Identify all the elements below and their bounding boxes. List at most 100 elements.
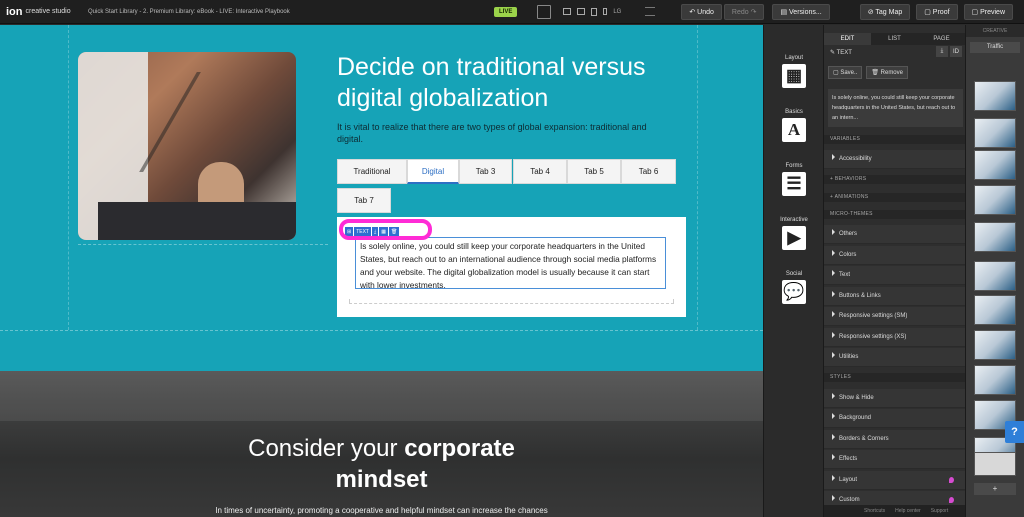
prop-label: Others	[839, 231, 858, 237]
tab-page[interactable]: PAGE	[918, 33, 965, 45]
element-type: ✎ TEXT	[830, 49, 852, 56]
tag-map-button[interactable]: ⊘ Tag Map	[859, 3, 911, 20]
tab-edit[interactable]: EDIT	[824, 33, 871, 45]
micro-colors[interactable]: Colors	[824, 246, 966, 265]
micro-responsive-sm[interactable]: Responsive settings (SM)	[824, 307, 966, 326]
caret-right-icon	[832, 434, 835, 440]
style-show-hide[interactable]: Show & Hide	[824, 389, 966, 408]
download-icon[interactable]: ⤓	[936, 46, 948, 57]
template-thumbnail[interactable]	[974, 365, 1016, 395]
help-button[interactable]: ?	[1005, 421, 1024, 443]
creative-select[interactable]: Traffic	[970, 42, 1020, 53]
section2-heading[interactable]: Consider your corporate mindset	[0, 433, 763, 495]
tab-6[interactable]: Tab 6	[621, 159, 676, 184]
guide-line	[68, 25, 69, 330]
caret-right-icon	[832, 229, 835, 235]
support-link[interactable]: Support	[931, 508, 949, 514]
component-label: Forms	[785, 163, 803, 169]
section-behaviors[interactable]: + BEHAVIORS	[824, 175, 966, 184]
section-lead[interactable]: It is vital to realize that there are tw…	[337, 121, 667, 145]
template-thumbnail[interactable]	[974, 295, 1016, 325]
style-effects[interactable]: Effects	[824, 450, 966, 469]
prop-label: Colors	[839, 252, 857, 258]
office-photo[interactable]	[78, 52, 296, 240]
proof-button[interactable]: ▢ Proof	[916, 3, 958, 20]
prop-label: Accessibility	[839, 156, 872, 162]
help-center-link[interactable]: Help center	[895, 508, 921, 514]
versions-button[interactable]: ▤ Versions...	[772, 3, 830, 20]
style-borders-corners[interactable]: Borders & Corners	[824, 430, 966, 449]
component-forms[interactable]: Forms ☰	[764, 163, 824, 196]
component-interactive[interactable]: Interactive ▶	[764, 217, 824, 250]
tab-3[interactable]: Tab 3	[459, 159, 512, 184]
micro-buttons-links[interactable]: Buttons & Links	[824, 287, 966, 306]
template-thumbnail[interactable]	[974, 185, 1016, 215]
tab-list[interactable]: LIST	[871, 33, 918, 45]
component-social[interactable]: Social 💬	[764, 271, 824, 304]
heading-bold: corporate	[404, 435, 515, 462]
tab-digital[interactable]: Digital	[407, 159, 459, 184]
top-toolbar: ion creative studio Quick Start Library …	[0, 0, 1024, 24]
add-template-button[interactable]: +	[974, 483, 1016, 495]
undo-button[interactable]: ↶ Undo	[681, 3, 722, 20]
creative-title: CREATIVE	[966, 25, 1024, 37]
component-label: Social	[785, 271, 803, 277]
template-thumbnail[interactable]	[974, 261, 1016, 291]
section2-text[interactable]: In times of uncertainty, promoting a coo…	[0, 506, 763, 515]
prop-label: Text	[839, 272, 851, 278]
micro-responsive-xs[interactable]: Responsive settings (XS)	[824, 328, 966, 347]
chat-icon: 💬	[782, 280, 806, 304]
template-thumbnail[interactable]	[974, 118, 1016, 148]
selected-text-block[interactable]: Is solely online, you could still keep y…	[355, 237, 666, 290]
id-icon[interactable]: ID	[950, 46, 962, 57]
tablet-device-icon[interactable]	[591, 7, 598, 16]
calculator-icon[interactable]	[537, 4, 552, 19]
caret-right-icon	[832, 475, 835, 481]
template-thumbnail[interactable]	[974, 330, 1016, 360]
text-preview[interactable]: Is solely online, you could still keep y…	[828, 89, 963, 127]
caret-right-icon	[832, 250, 835, 256]
mobile-device-icon[interactable]	[603, 8, 608, 15]
prop-accessibility[interactable]: Accessibility	[824, 150, 966, 169]
color-drop-icon	[949, 497, 954, 503]
section-animations[interactable]: + ANIMATIONS	[824, 193, 966, 202]
save-button[interactable]: ▢ Save..	[828, 66, 863, 79]
component-layout[interactable]: Layout ▦	[764, 55, 824, 88]
heading-line-1: Consider your corporate	[0, 433, 763, 464]
device-label-lg[interactable]: LG	[613, 9, 621, 15]
template-thumbnail[interactable]	[974, 222, 1016, 252]
style-layout[interactable]: Layout	[824, 471, 966, 490]
tab-4[interactable]: Tab 4	[513, 159, 567, 184]
tab-7[interactable]: Tab 7	[337, 188, 391, 213]
breadcrumb[interactable]: Quick Start Library - 2. Premium Library…	[88, 9, 494, 15]
redo-button[interactable]: Redo ↷	[723, 3, 765, 20]
template-thumbnail[interactable]	[974, 452, 1016, 476]
style-background[interactable]: Background	[824, 409, 966, 428]
template-thumbnail[interactable]	[974, 81, 1016, 111]
prop-label: Utilities	[839, 354, 859, 360]
properties-panel: EDIT LIST PAGE ✎ TEXT ⤓ ID ▢ Save.. 🗑 Re…	[823, 25, 966, 517]
guide-line	[78, 244, 328, 245]
caret-right-icon	[832, 154, 835, 160]
template-thumbnail[interactable]	[974, 150, 1016, 180]
remove-button[interactable]: 🗑 Remove	[866, 66, 908, 79]
device-switcher: LG	[563, 7, 621, 16]
micro-text[interactable]: Text	[824, 266, 966, 285]
component-label: Layout	[784, 55, 803, 61]
component-basics[interactable]: Basics A	[764, 109, 824, 142]
drop-zone	[349, 299, 674, 304]
desktop-device-icon[interactable]	[563, 8, 572, 15]
shortcuts-link[interactable]: Shortcuts	[864, 508, 885, 514]
laptop-device-icon[interactable]	[577, 8, 586, 15]
preview-button[interactable]: ▢ Preview	[963, 3, 1014, 20]
prop-label: Buttons & Links	[839, 293, 881, 299]
tab-5[interactable]: Tab 5	[567, 159, 621, 184]
element-actions: ▢ Save.. 🗑 Remove	[828, 66, 908, 79]
app-logo[interactable]: ion creative studio	[0, 6, 88, 18]
micro-utilities[interactable]: Utilities	[824, 348, 966, 367]
micro-others[interactable]: Others	[824, 225, 966, 244]
caret-right-icon	[832, 291, 835, 297]
section-heading[interactable]: Decide on traditional versus digital glo…	[337, 52, 697, 114]
tab-traditional[interactable]: Traditional	[337, 159, 407, 184]
sliders-icon[interactable]	[645, 7, 656, 16]
